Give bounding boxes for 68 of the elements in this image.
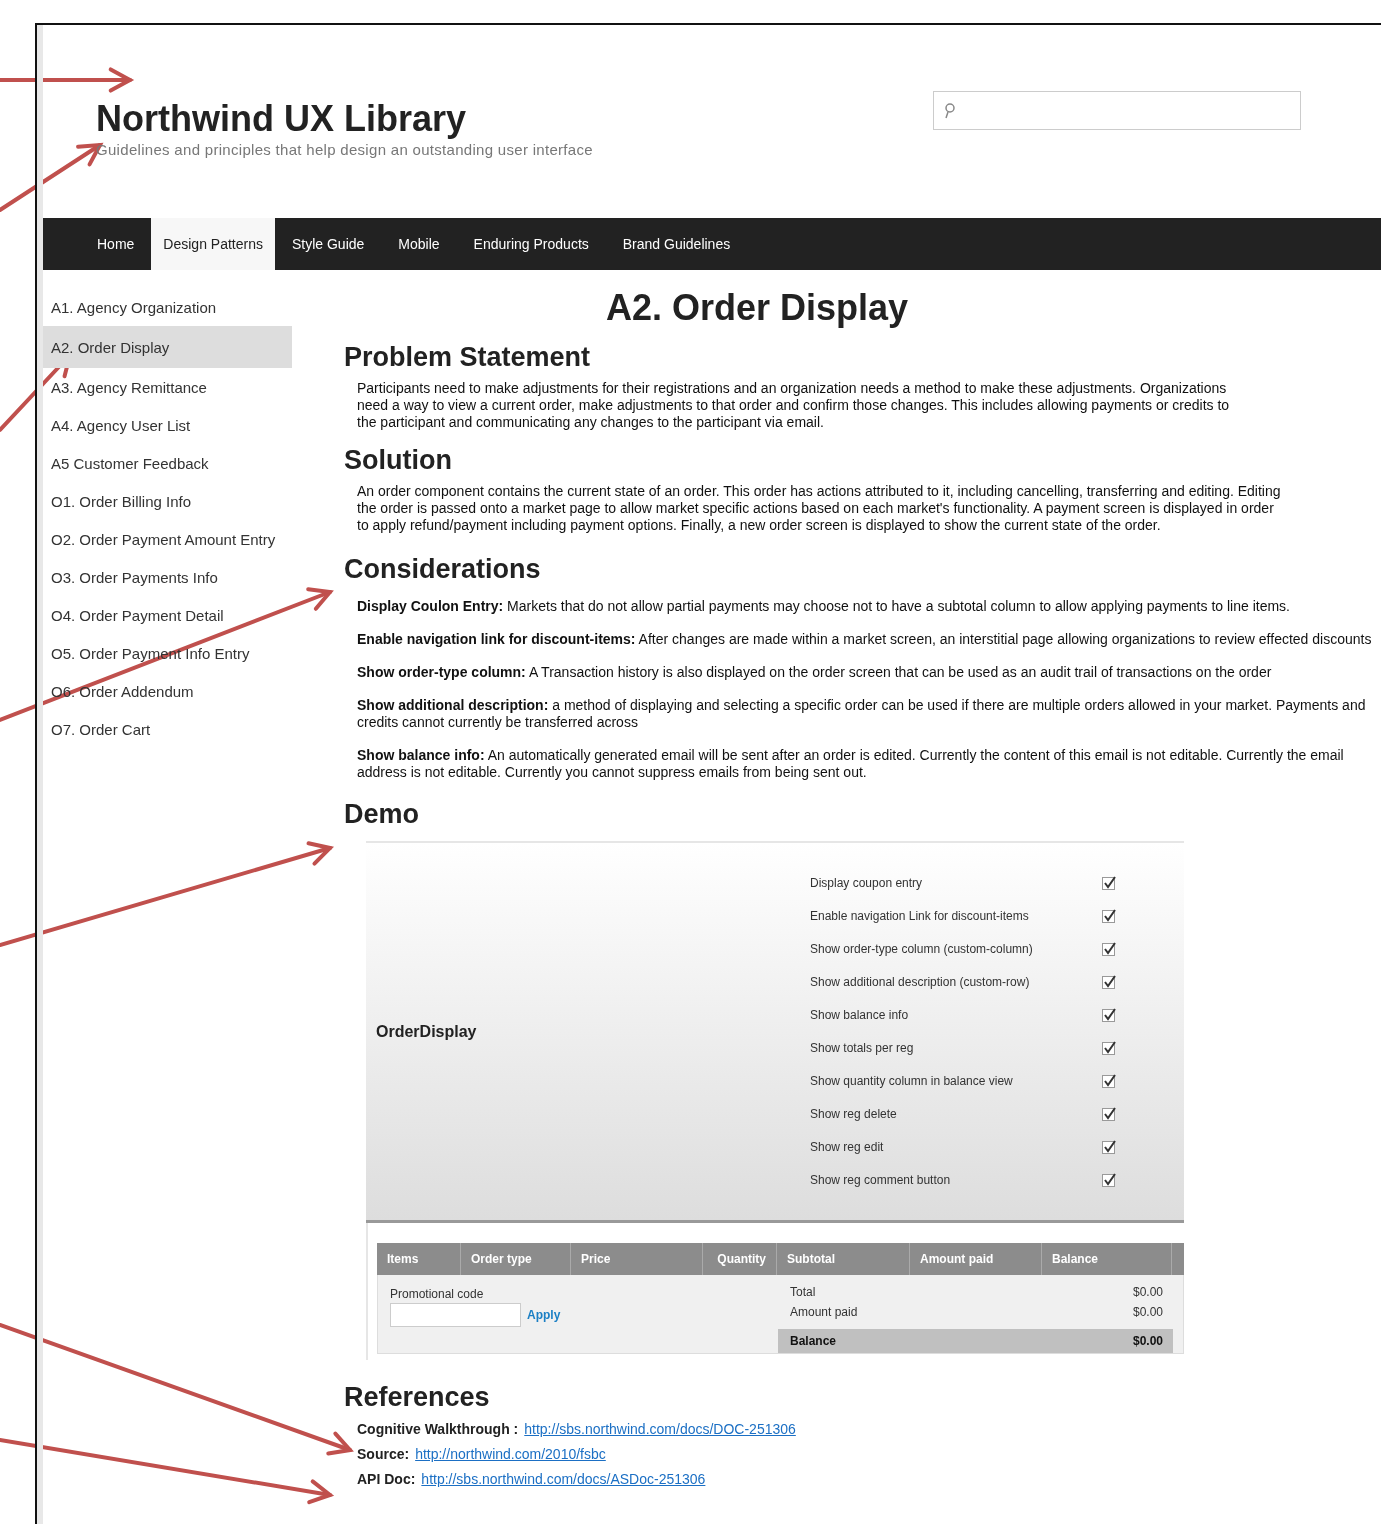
section-heading: Demo xyxy=(344,798,420,831)
sidebar-item[interactable]: O1. Order Billing Info xyxy=(43,482,292,520)
reference-link[interactable]: http://sbs.northwind.com/docs/ASDoc-251306 xyxy=(421,1470,706,1487)
nav-tab[interactable]: Brand Guidelines xyxy=(605,218,748,270)
checkbox[interactable] xyxy=(1102,941,1117,957)
balance-label: Balance xyxy=(790,1334,837,1348)
sidebar-item[interactable]: O4. Order Payment Detail xyxy=(43,596,292,634)
checkbox[interactable] xyxy=(1102,1139,1117,1155)
sidebar-item[interactable]: O7. Order Cart xyxy=(43,710,292,748)
promo-code-label: Promotional code xyxy=(390,1287,485,1301)
option-label: Show reg comment button xyxy=(810,1173,952,1187)
nav-tab[interactable]: Enduring Products xyxy=(456,218,606,270)
option-label: Show quantity column in balance view xyxy=(810,1074,1014,1088)
nav-tab[interactable]: Design Patterns xyxy=(151,218,275,270)
sidebar-item[interactable]: A3. Agency Remittance xyxy=(43,368,292,406)
option-label: Show totals per reg xyxy=(810,1041,915,1055)
search-field[interactable] xyxy=(933,91,1301,130)
reference-link[interactable]: http://sbs.northwind.com/docs/DOC-251306 xyxy=(524,1420,796,1437)
total-value: $0.00 xyxy=(1132,1285,1163,1299)
nav-tab[interactable]: Mobile xyxy=(381,218,457,270)
checkbox[interactable] xyxy=(1102,908,1117,924)
option-label: Show reg delete xyxy=(810,1107,898,1121)
section-heading: Solution xyxy=(344,444,453,477)
component-name: OrderDisplay xyxy=(375,1022,478,1041)
checkbox[interactable] xyxy=(1102,1106,1117,1122)
page-title: A2. Order Display xyxy=(604,288,910,328)
total-label: Total xyxy=(790,1285,816,1299)
checkbox[interactable] xyxy=(1102,1040,1117,1056)
checkbox[interactable] xyxy=(1102,974,1117,990)
consideration-text: Show balance info: An automatically generated email will be sent after an order is edited. Currently the content of this email is not editable. Currently the email address is not editable. Currently you cannot suppress emails from being sent out. xyxy=(357,747,1345,781)
checkbox[interactable] xyxy=(1102,1007,1117,1023)
search-icon xyxy=(944,102,956,119)
nav-tab[interactable]: Home xyxy=(80,218,152,270)
section-text: An order component contains the current state of an order. This order has actions attributed to it, including cancelling, transferring and editing. Editing the order is passed onto a market page to allow market specific actions based on each market's functionality. A payment screen is displayed in order to apply refund/payment including payment options. Finally, a new order screen is displayed to show the current state of the order. xyxy=(357,483,1282,534)
balance-value: $0.00 xyxy=(1132,1334,1163,1348)
total-label: Amount paid xyxy=(790,1305,858,1319)
sidebar-item[interactable]: A4. Agency User List xyxy=(43,406,292,444)
option-label: Display coupon entry xyxy=(810,876,924,890)
consideration-text: Show order-type column: A Transaction history is also displayed on the order screen that can be used as an audit trail of transactions on the order xyxy=(357,664,1273,681)
option-label: Show reg edit xyxy=(810,1140,885,1154)
sidebar-item[interactable]: A1. Agency Organization xyxy=(43,288,292,326)
checkbox[interactable] xyxy=(1102,1172,1117,1188)
sidebar-item[interactable]: A5 Customer Feedback xyxy=(43,444,292,482)
option-label: Enable navigation Link for discount-items xyxy=(810,909,1030,923)
reference-label: API Doc: xyxy=(357,1470,416,1487)
total-value: $0.00 xyxy=(1132,1305,1163,1319)
consideration-text: Show additional description: a method of displaying and selecting a specific order can be used if there are multiple orders allowed in your market. Payments and credits cannot currently be transferred across xyxy=(357,697,1367,731)
sidebar-item[interactable]: O3. Order Payments Info xyxy=(43,558,292,596)
site-title: Northwind UX Library xyxy=(96,99,468,139)
nav-tab[interactable]: Style Guide xyxy=(274,218,382,270)
checkbox[interactable] xyxy=(1102,1073,1117,1089)
section-text: Participants need to make adjustments for their registrations and an organization needs a method to make these adjustments. Organizations need a way to view a current order, make adjustments to that order and confirm those changes. This includes allowing payments or credits to the participant and communicating any changes to the participant via email. xyxy=(357,380,1231,431)
consideration-text: Display Coulon Entry: Markets that do not allow partial payments may choose not to have a subtotal column to allow applying payments to line items. xyxy=(357,598,1291,615)
option-label: Show order-type column (custom-column) xyxy=(810,942,1034,956)
option-label: Show additional description (custom-row) xyxy=(810,975,1031,989)
promo-code-field[interactable] xyxy=(390,1303,521,1327)
section-heading: Considerations xyxy=(344,553,542,586)
checkbox[interactable] xyxy=(1102,875,1117,891)
reference-link[interactable]: http://northwind.com/2010/fsbc xyxy=(415,1445,606,1462)
section-heading: Problem Statement xyxy=(344,341,592,374)
reference-label: Cognitive Walkthrough : xyxy=(357,1420,519,1437)
sidebar-item[interactable]: O2. Order Payment Amount Entry xyxy=(43,520,292,558)
apply-link[interactable]: Apply xyxy=(527,1308,561,1322)
sidebar-item[interactable]: A2. Order Display xyxy=(43,326,292,368)
option-label: Show balance info xyxy=(810,1008,910,1022)
reference-label: Source: xyxy=(357,1445,410,1462)
section-heading: References xyxy=(344,1381,491,1414)
consideration-text: Enable navigation link for discount-items: After changes are made within a market screen, an interstitial page allowing organizations to review effected discounts xyxy=(357,631,1373,648)
